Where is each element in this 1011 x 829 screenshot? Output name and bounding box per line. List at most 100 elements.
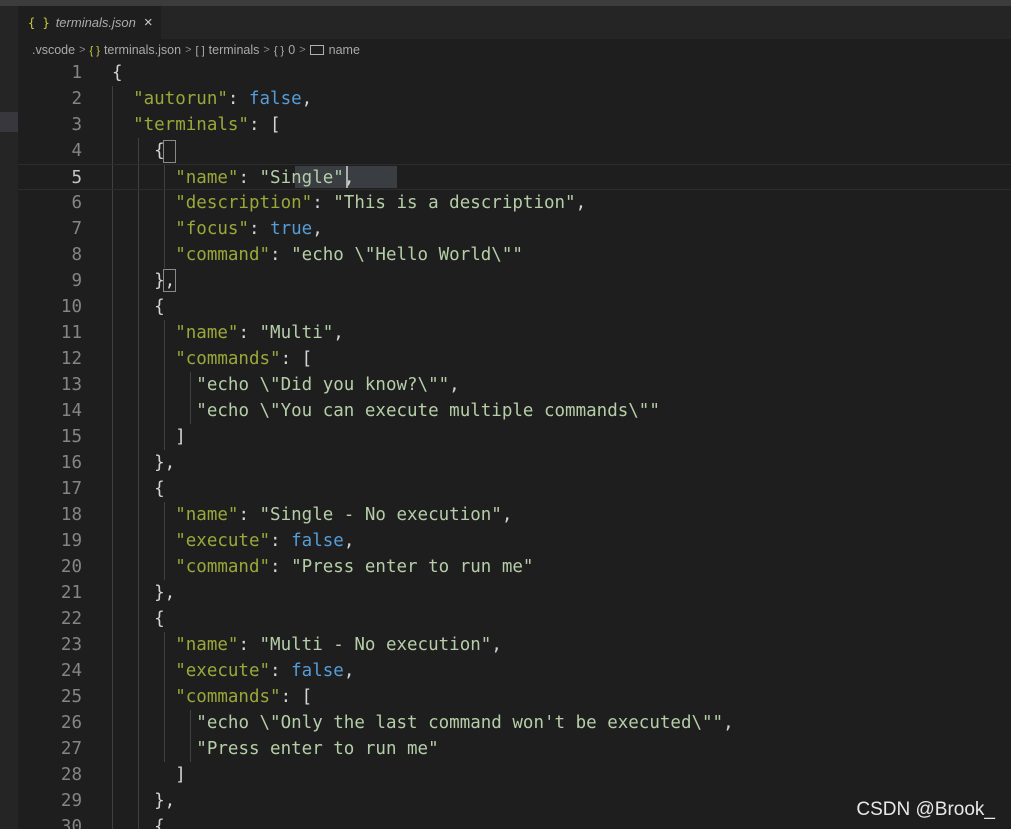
code-line[interactable]: 18 "name": "Single - No execution", <box>18 502 1011 528</box>
tab-title: terminals.json <box>55 15 136 30</box>
string-token: "Single" <box>259 168 344 188</box>
line-number: 20 <box>60 557 82 577</box>
code-line[interactable]: 4 { <box>18 138 1011 164</box>
line-number: 12 <box>60 349 82 369</box>
line-number: 10 <box>60 297 82 317</box>
breadcrumb-file-label: terminals.json <box>103 43 182 57</box>
close-icon[interactable]: × <box>144 14 153 31</box>
line-number: 13 <box>60 375 82 395</box>
json-key-token: "terminals" <box>133 115 249 135</box>
code-line[interactable]: 23 "name": "Multi - No execution", <box>18 632 1011 658</box>
json-key-token: "description" <box>175 193 313 213</box>
code-text: { <box>112 138 165 164</box>
punctuation-token: : <box>270 531 292 551</box>
code-line[interactable]: 3 "terminals": [ <box>18 112 1011 138</box>
breadcrumb-property[interactable]: name <box>309 43 360 57</box>
json-key-token: "name" <box>175 635 239 655</box>
breadcrumb-file[interactable]: { } terminals.json <box>90 43 182 57</box>
punctuation-token: : <box>270 245 292 265</box>
code-line[interactable]: 27 "Press enter to run me" <box>18 736 1011 762</box>
chevron-right-icon: > <box>79 44 86 56</box>
json-key-token: "commands" <box>175 687 281 707</box>
breadcrumb: .vscode > { } terminals.json > [ ] termina… <box>18 39 1011 61</box>
json-key-token: "name" <box>175 505 239 525</box>
punctuation-token: : <box>270 661 292 681</box>
punctuation-token: : <box>270 557 292 577</box>
line-number: 6 <box>71 193 82 213</box>
line-number: 9 <box>71 271 82 291</box>
code-line[interactable]: 9 }, <box>18 268 1011 294</box>
breadcrumb-object[interactable]: { } 0 <box>274 43 295 57</box>
punctuation-token: ] <box>112 765 186 785</box>
code-line[interactable]: 22 { <box>18 606 1011 632</box>
punctuation-token <box>112 401 196 421</box>
punctuation-token: }, <box>112 271 176 291</box>
punctuation-token <box>112 245 175 265</box>
line-number: 30 <box>60 817 82 829</box>
breadcrumb-array-label: terminals <box>208 43 260 57</box>
line-number: 18 <box>60 505 82 525</box>
code-editor[interactable]: 1{2 "autorun": false, 3 "terminals": [4 {… <box>18 60 1011 829</box>
string-token: "echo \"Only the last command won't be e… <box>196 713 724 733</box>
code-line[interactable]: 16 }, <box>18 450 1011 476</box>
breadcrumb-folder[interactable]: .vscode <box>32 43 75 57</box>
line-number: 28 <box>60 765 82 785</box>
punctuation-token <box>112 739 196 759</box>
line-number: 23 <box>60 635 82 655</box>
code-line[interactable]: 2 "autorun": false, <box>18 86 1011 112</box>
punctuation-token: , <box>312 219 323 239</box>
line-number: 3 <box>71 115 82 135</box>
line-number: 24 <box>60 661 82 681</box>
punctuation-token <box>112 115 133 135</box>
punctuation-token <box>112 505 175 525</box>
punctuation-token <box>112 531 175 551</box>
array-brackets-icon: [ ] <box>195 45 205 57</box>
code-line[interactable]: 26 "echo \"Only the last command won't b… <box>18 710 1011 736</box>
chevron-right-icon: > <box>299 44 306 56</box>
code-line[interactable]: 11 "name": "Multi", <box>18 320 1011 346</box>
code-line[interactable]: 13 "echo \"Did you know?\"", <box>18 372 1011 398</box>
boolean-token: false <box>291 531 344 551</box>
code-line[interactable]: 14 "echo \"You can execute multiple comm… <box>18 398 1011 424</box>
code-line[interactable]: 15 ] <box>18 424 1011 450</box>
code-line[interactable]: 5 "name": "Single", <box>18 164 1011 190</box>
code-line[interactable]: 25 "commands": [ <box>18 684 1011 710</box>
breadcrumb-object-label: 0 <box>288 43 296 57</box>
punctuation-token: , <box>723 713 734 733</box>
code-text: { <box>112 476 165 502</box>
code-line[interactable]: 12 "commands": [ <box>18 346 1011 372</box>
punctuation-token: , <box>333 323 344 343</box>
string-token: "Press enter to run me" <box>196 739 439 759</box>
code-line[interactable]: 17 { <box>18 476 1011 502</box>
code-line[interactable]: 10 { <box>18 294 1011 320</box>
string-token: "Single - No execution" <box>259 505 502 525</box>
code-line[interactable]: 21 }, <box>18 580 1011 606</box>
line-number: 14 <box>60 401 82 421</box>
side-strip <box>0 6 18 829</box>
code-line[interactable]: 19 "execute": false, <box>18 528 1011 554</box>
line-number: 17 <box>60 479 82 499</box>
code-line[interactable]: 20 "command": "Press enter to run me" <box>18 554 1011 580</box>
code-line[interactable]: 8 "command": "echo \"Hello World\"" <box>18 242 1011 268</box>
code-text: "command": "Press enter to run me" <box>112 554 533 580</box>
punctuation-token: , <box>491 635 502 655</box>
boolean-token: true <box>270 219 313 239</box>
boolean-token: false <box>291 661 344 681</box>
string-token: "echo \"Did you know?\"" <box>196 375 450 395</box>
breadcrumb-array[interactable]: [ ] terminals <box>196 43 260 57</box>
code-line[interactable]: 1{ <box>18 60 1011 86</box>
punctuation-token: { <box>112 817 165 829</box>
punctuation-token <box>112 349 175 369</box>
code-line[interactable]: 24 "execute": false, <box>18 658 1011 684</box>
line-number: 22 <box>60 609 82 629</box>
line-number: 27 <box>60 739 82 759</box>
code-line[interactable]: 7 "focus": true, <box>18 216 1011 242</box>
tab-bar: { } terminals.json × <box>18 6 1011 39</box>
code-line[interactable]: 28 ] <box>18 762 1011 788</box>
code-text: "echo \"Only the last command won't be e… <box>112 710 734 736</box>
code-text: ] <box>112 762 186 788</box>
watermark: CSDN @Brook_ <box>856 799 995 820</box>
punctuation-token: { <box>112 63 123 83</box>
tab-terminals-json[interactable]: { } terminals.json × <box>18 6 161 39</box>
code-line[interactable]: 6 "description": "This is a description"… <box>18 190 1011 216</box>
